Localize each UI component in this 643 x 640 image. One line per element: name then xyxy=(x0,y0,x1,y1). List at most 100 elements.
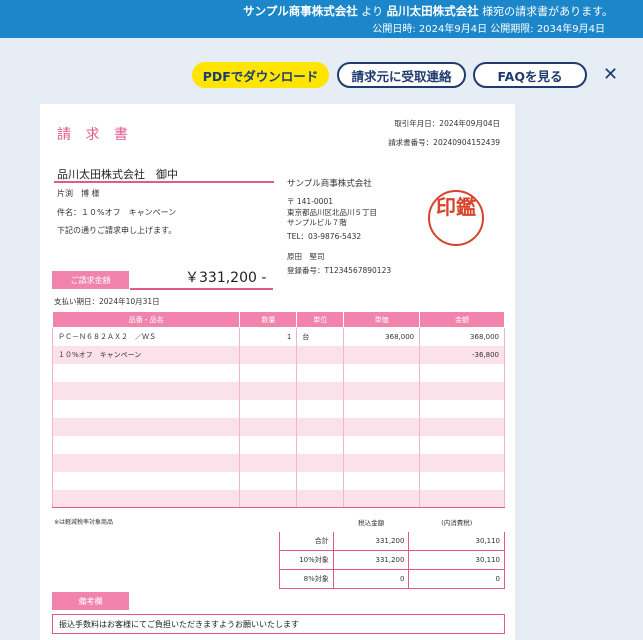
banner-message: サンプル商事株式会社 より 品川太田株式会社 様宛の請求書があります。 xyxy=(243,4,613,18)
transaction-date: 取引年月日：2024年09月04日 xyxy=(394,119,500,128)
table-cell xyxy=(296,345,345,364)
table-cell xyxy=(419,471,505,490)
table-cell: 1 xyxy=(239,327,298,346)
table-cell xyxy=(239,417,298,436)
table-cell xyxy=(419,381,505,400)
column-header: 金額 xyxy=(419,311,505,328)
table-row xyxy=(51,489,505,508)
table-cell xyxy=(296,489,345,508)
pdf-download-button[interactable]: PDFでダウンロード xyxy=(192,62,329,88)
client-person: 片渕 博 様 xyxy=(57,189,100,198)
summary-cell: 30,110 xyxy=(408,550,505,570)
table-cell xyxy=(296,363,345,382)
table-cell: ＰＣ－Ｎ６８２ＡＸ２ ／ＷＳ xyxy=(51,327,241,346)
invoice-document: 請 求 書 取引年月日：2024年09月04日 請求書番号：2024090415… xyxy=(40,104,515,640)
amount-label: ご請求金額 xyxy=(52,271,129,289)
table-cell xyxy=(296,471,345,490)
table-cell xyxy=(343,399,421,418)
table-cell xyxy=(343,435,421,454)
table-cell xyxy=(419,363,505,382)
table-cell: -36,800 xyxy=(419,345,505,364)
table-cell xyxy=(419,489,505,508)
contact-issuer-button[interactable]: 請求元に受取連絡 xyxy=(337,62,466,88)
table-cell xyxy=(296,453,345,472)
invoice-intro: 下記の通りご請求申し上げます。 xyxy=(57,226,177,235)
close-icon[interactable]: ✕ xyxy=(603,64,618,85)
table-cell xyxy=(419,453,505,472)
issuer-address2: サンプルビル７階 xyxy=(287,218,347,227)
summary-cell: 合計 xyxy=(279,531,334,551)
issuer-company: サンプル商事株式会社 xyxy=(287,179,372,189)
table-cell xyxy=(343,489,421,508)
table-cell xyxy=(239,381,298,400)
summary-cell: 30,110 xyxy=(408,531,505,551)
client-name: 品川太田株式会社 御中 xyxy=(57,168,178,181)
summary-row: 合計 331,200 30,110 xyxy=(279,531,505,551)
seal-stamp: 印鑑 xyxy=(428,190,484,246)
table-cell xyxy=(296,435,345,454)
summary-cell: 0 xyxy=(332,569,410,589)
column-header: 単位 xyxy=(296,311,345,328)
table-cell xyxy=(343,345,421,364)
items-table: 品番・品名 数量 単位 単価 金額 ＰＣ－Ｎ６８２ＡＸ２ ／ＷＳ 1 台 368,00… xyxy=(51,311,505,508)
amount-underline xyxy=(130,288,273,290)
table-cell xyxy=(51,471,241,490)
table-cell: 368,000 xyxy=(343,327,421,346)
table-cell: 368,000 xyxy=(419,327,505,346)
client-underline xyxy=(54,181,274,183)
table-cell xyxy=(419,435,505,454)
table-row: ＰＣ－Ｎ６８２ＡＸ２ ／ＷＳ 1 台 368,000 368,000 xyxy=(51,327,505,346)
table-cell xyxy=(51,363,241,382)
table-cell xyxy=(343,417,421,436)
summary-row: 8%対象 0 0 xyxy=(279,569,505,589)
table-cell: １０%オフ キャンペーン xyxy=(51,345,241,364)
table-cell xyxy=(343,453,421,472)
summary-cell: 10%対象 xyxy=(279,550,334,570)
table-row xyxy=(51,399,505,418)
table-cell xyxy=(51,417,241,436)
table-cell xyxy=(343,381,421,400)
notification-banner: サンプル商事株式会社 より 品川太田株式会社 様宛の請求書があります。 公開日時… xyxy=(0,0,643,38)
issuer-tel: TEL：03-9876-5432 xyxy=(287,232,362,241)
table-row xyxy=(51,363,505,382)
amount-value: ￥331,200 - xyxy=(185,270,267,286)
table-cell xyxy=(296,417,345,436)
table-cell xyxy=(239,399,298,418)
table-cell xyxy=(343,471,421,490)
table-cell xyxy=(239,471,298,490)
summary-header: (内消費税) xyxy=(408,512,505,532)
table-cell xyxy=(239,453,298,472)
column-header: 品番・品名 xyxy=(51,311,241,328)
table-cell xyxy=(419,417,505,436)
table-cell xyxy=(51,381,241,400)
invoice-number: 請求書番号：20240904152439 xyxy=(388,138,500,147)
summary-cell: 331,200 xyxy=(332,550,410,570)
table-cell xyxy=(51,453,241,472)
table-cell xyxy=(51,489,241,508)
table-cell xyxy=(51,435,241,454)
issuer-registration: 登録番号：T1234567890123 xyxy=(287,266,392,275)
table-cell xyxy=(419,399,505,418)
table-row xyxy=(51,471,505,490)
table-cell xyxy=(343,363,421,382)
issuer-person: 原田 堅司 xyxy=(287,252,325,261)
invoice-title: 請 求 書 xyxy=(57,127,133,143)
issuer-postal: 〒 141-0001 xyxy=(287,197,333,206)
reduced-tax-note: ※は軽減税率対象商品 xyxy=(54,519,114,526)
table-cell xyxy=(239,435,298,454)
summary-cell: 0 xyxy=(408,569,505,589)
due-date: 支払い期日：2024年10月31日 xyxy=(54,297,160,306)
banner-dates: 公開日時: 2024年9月4日 公開期限: 2034年9月4日 xyxy=(372,24,605,35)
table-row: １０%オフ キャンペーン -36,800 xyxy=(51,345,505,364)
table-cell xyxy=(296,381,345,400)
table-cell xyxy=(239,489,298,508)
table-cell xyxy=(51,399,241,418)
summary-header: 税込金額 xyxy=(332,512,410,532)
table-row xyxy=(51,417,505,436)
summary-cell: 8%対象 xyxy=(279,569,334,589)
faq-button[interactable]: FAQを見る xyxy=(473,62,587,88)
column-header: 数量 xyxy=(239,311,298,328)
table-row xyxy=(51,453,505,472)
summary-cell: 331,200 xyxy=(332,531,410,551)
summary-row: 10%対象 331,200 30,110 xyxy=(279,550,505,570)
